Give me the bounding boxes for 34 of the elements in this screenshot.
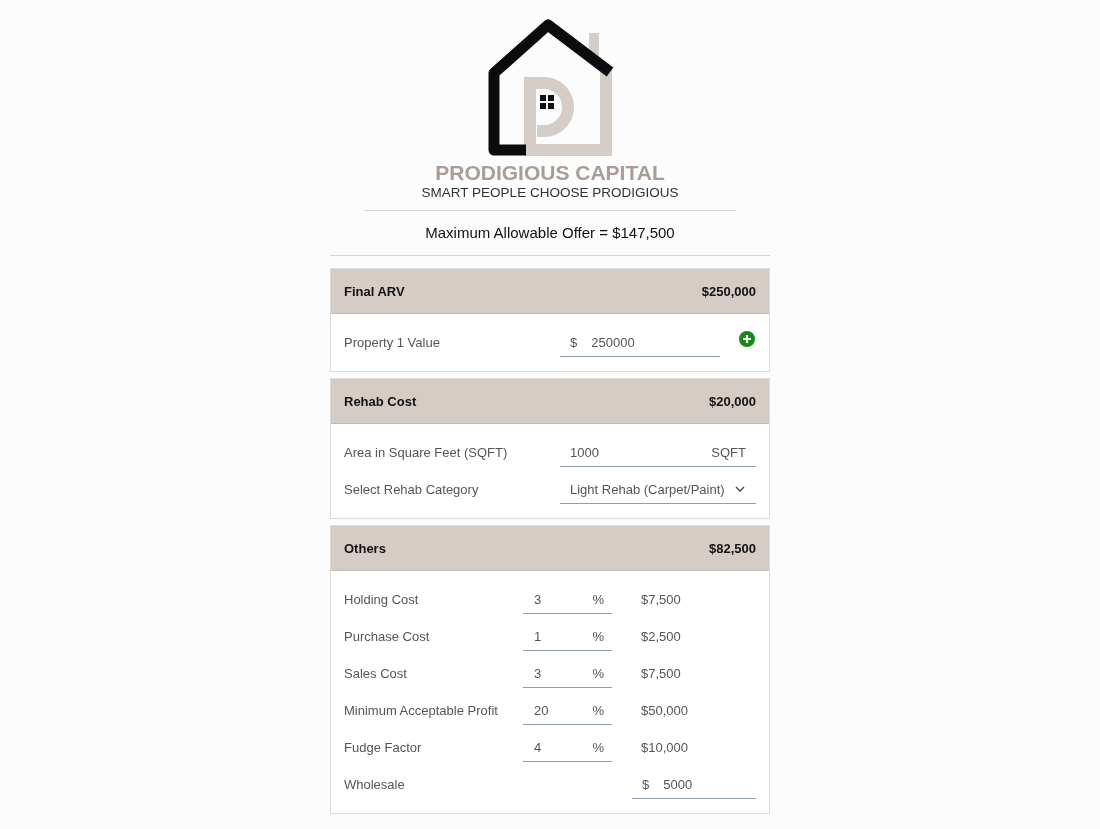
field-label: Wholesale — [344, 777, 406, 792]
calculated-amount: $2,500 — [641, 629, 681, 644]
percent-input[interactable]: 3 % — [523, 659, 612, 688]
max-offer-summary: Maximum Allowable Offer = $147,500 — [424, 223, 676, 243]
field-label: Select Rehab Category — [344, 482, 480, 497]
section-title: Rehab Cost — [344, 393, 417, 409]
calculated-amount: $7,500 — [641, 666, 681, 681]
percent-input[interactable]: 1 % — [523, 622, 612, 651]
percent-input[interactable]: 3 % — [523, 585, 612, 614]
calculated-amount: $50,000 — [641, 703, 688, 718]
section-total: $82,500 — [709, 540, 756, 556]
calculated-amount: $10,000 — [641, 740, 688, 755]
field-label: Property 1 Value — [344, 335, 441, 350]
field-label: Holding Cost — [344, 592, 420, 607]
field-label: Sales Cost — [344, 666, 408, 681]
amount-input[interactable]: $ 5000 — [632, 770, 756, 799]
section-total: $20,000 — [709, 393, 756, 409]
chevron-down-icon — [735, 486, 745, 492]
section-title: Final ARV — [344, 283, 405, 299]
category-select[interactable]: Light Rehab (Carpet/Paint) — [560, 475, 756, 504]
field-label: Minimum Acceptable Profit — [344, 703, 499, 718]
value-input[interactable]: $ 250000 — [560, 328, 720, 357]
field-label: Area in Square Feet (SQFT) — [344, 445, 509, 460]
add-icon[interactable] — [739, 330, 755, 347]
calculated-amount: $7,500 — [641, 592, 681, 607]
percent-input[interactable]: 20 % — [523, 696, 612, 725]
company-name: PRODIGIOUS CAPITAL — [435, 161, 665, 185]
percent-input[interactable]: 4 % — [523, 733, 612, 762]
section-title: Others — [344, 540, 386, 556]
field-label: Purchase Cost — [344, 629, 431, 644]
field-label: Fudge Factor — [344, 740, 423, 755]
section-total: $250,000 — [701, 283, 756, 299]
area-input[interactable]: 1000 SQFT — [560, 438, 756, 467]
company-tagline: SMART PEOPLE CHOOSE PRODIGIOUS — [421, 185, 679, 201]
